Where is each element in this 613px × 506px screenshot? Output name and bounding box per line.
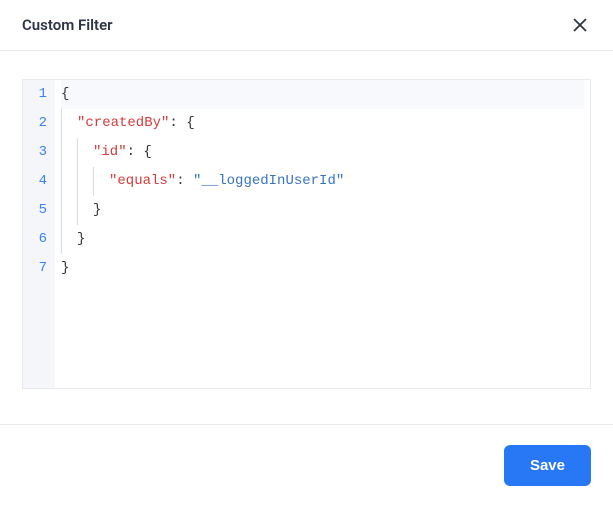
indent-guide [93, 167, 109, 196]
code-token: : [176, 167, 193, 196]
code-token: { [143, 138, 151, 167]
indent-guide [77, 196, 93, 225]
code-token: "__loggedInUserId" [193, 167, 344, 196]
indent-guide [61, 138, 77, 167]
editor-code-area[interactable]: {"createdBy": {"id": {"equals": "__logge… [55, 80, 590, 388]
gutter-line: 6 [31, 225, 47, 254]
indent-guide [61, 167, 77, 196]
code-token: : [127, 138, 144, 167]
gutter-line: 1 [31, 80, 47, 109]
code-token: "equals" [109, 167, 176, 196]
modal-footer: Save [0, 424, 613, 506]
code-token: } [61, 254, 69, 283]
gutter-line: 3 [31, 138, 47, 167]
indent-guide [77, 167, 93, 196]
code-line[interactable]: } [61, 225, 584, 254]
json-editor[interactable]: 1234567 {"createdBy": {"id": {"equals": … [22, 79, 591, 389]
code-line[interactable]: "equals": "__loggedInUserId" [61, 167, 584, 196]
gutter-line: 4 [31, 167, 47, 196]
editor-gutter: 1234567 [23, 80, 55, 388]
modal-header: Custom Filter [0, 0, 613, 50]
gutter-line: 5 [31, 196, 47, 225]
indent-guide [61, 196, 77, 225]
code-token: { [61, 80, 69, 109]
code-line[interactable]: "id": { [61, 138, 584, 167]
modal-body: 1234567 {"createdBy": {"id": {"equals": … [0, 51, 613, 424]
indent-guide [61, 109, 77, 138]
code-token: } [77, 225, 85, 254]
code-token: { [186, 109, 194, 138]
gutter-line: 7 [31, 254, 47, 283]
code-line[interactable]: { [61, 80, 584, 109]
code-line[interactable]: } [61, 196, 584, 225]
code-line[interactable]: "createdBy": { [61, 109, 584, 138]
custom-filter-modal: Custom Filter 1234567 {"createdBy": {"id… [0, 0, 613, 506]
code-token: "id" [93, 138, 127, 167]
gutter-line: 2 [31, 109, 47, 138]
save-button[interactable]: Save [504, 445, 591, 486]
close-icon [573, 18, 587, 32]
code-line[interactable]: } [61, 254, 584, 283]
modal-title: Custom Filter [22, 16, 113, 34]
code-token: } [93, 196, 101, 225]
indent-guide [77, 138, 93, 167]
close-button[interactable] [569, 14, 591, 36]
code-token: : [169, 109, 186, 138]
code-token: "createdBy" [77, 109, 169, 138]
indent-guide [61, 225, 77, 254]
